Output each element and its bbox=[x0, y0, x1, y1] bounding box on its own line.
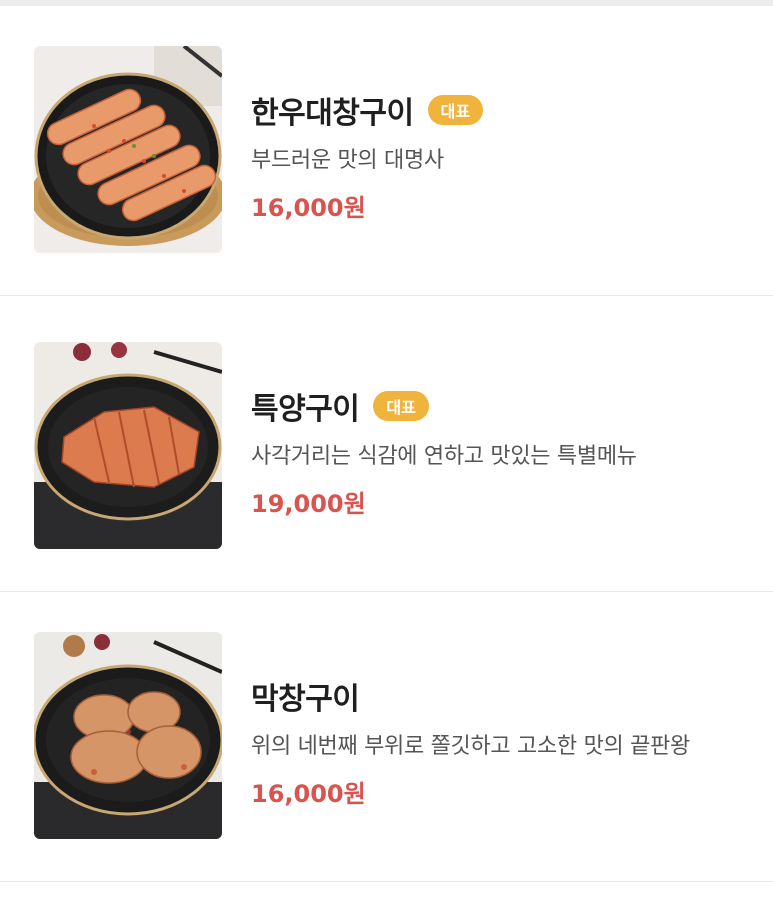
title-row: 특양구이 대표 bbox=[251, 384, 637, 428]
menu-item-makchang[interactable]: 막창구이 위의 네번째 부위로 쫄깃하고 고소한 맛의 끝판왕 16,000원 bbox=[0, 592, 773, 882]
menu-item-title: 한우대창구이 bbox=[251, 96, 414, 131]
menu-item-image bbox=[34, 46, 222, 253]
menu-item-teukyang[interactable]: 특양구이 대표 사각거리는 식감에 연하고 맛있는 특별메뉴 19,000원 bbox=[0, 302, 773, 592]
menu-item-description: 부드러운 맛의 대명사 bbox=[251, 148, 444, 173]
signature-badge: 대표 bbox=[427, 95, 484, 125]
menu-item-hanwoo-daechang[interactable]: 한우대창구이 대표 부드러운 맛의 대명사 16,000원 bbox=[0, 6, 773, 296]
menu-item-info: 한우대창구이 대표 부드러운 맛의 대명사 16,000원 bbox=[251, 88, 484, 223]
menu-item-description: 위의 네번째 부위로 쫄깃하고 고소한 맛의 끝판왕 bbox=[251, 734, 690, 759]
menu-item-price: 16,000원 bbox=[251, 780, 366, 808]
title-row: 막창구이 bbox=[251, 674, 690, 718]
menu-item-info: 특양구이 대표 사각거리는 식감에 연하고 맛있는 특별메뉴 19,000원 bbox=[251, 384, 637, 519]
menu-item-price: 19,000원 bbox=[251, 490, 366, 518]
menu-item-price: 16,000원 bbox=[251, 194, 366, 222]
menu-item-title: 막창구이 bbox=[251, 682, 360, 717]
signature-badge: 대표 bbox=[373, 391, 429, 421]
item-divider bbox=[0, 295, 773, 296]
item-divider bbox=[0, 881, 773, 882]
menu-item-image bbox=[34, 342, 222, 549]
title-row: 한우대창구이 대표 bbox=[251, 88, 484, 132]
menu-item-image bbox=[34, 632, 222, 839]
menu-item-info: 막창구이 위의 네번째 부위로 쫄깃하고 고소한 맛의 끝판왕 16,000원 bbox=[251, 674, 690, 809]
menu-item-description: 사각거리는 식감에 연하고 맛있는 특별메뉴 bbox=[251, 444, 637, 469]
menu-item-title: 특양구이 bbox=[251, 392, 360, 427]
